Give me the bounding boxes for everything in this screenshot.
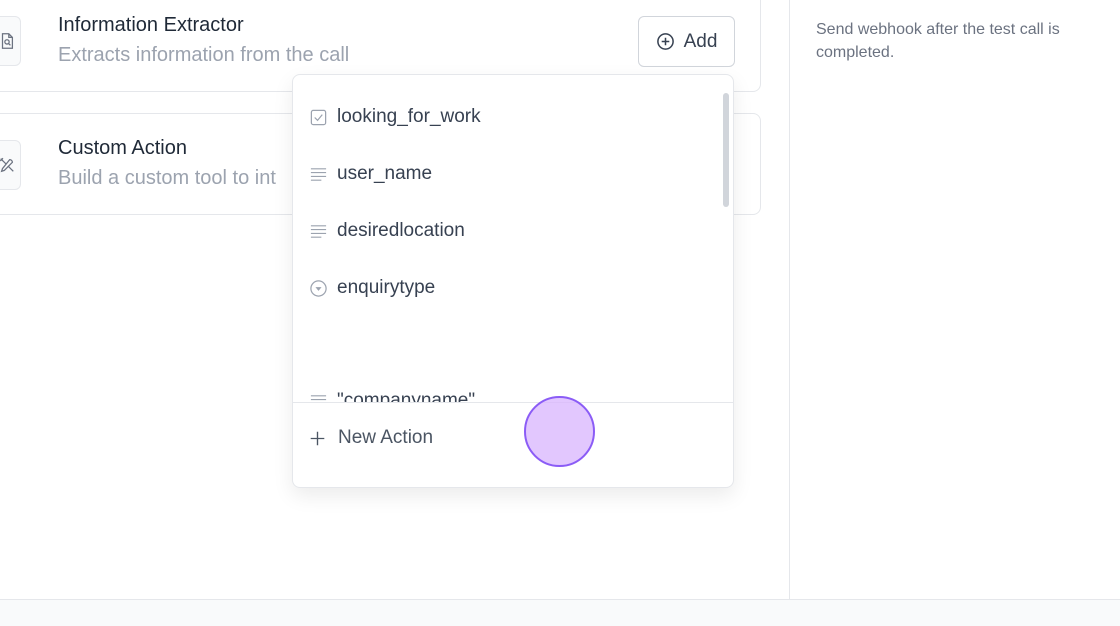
dropdown-item-desiredlocation[interactable]: desiredlocation: [309, 216, 465, 246]
plus-circle-icon: [656, 33, 674, 50]
dropdown-item-looking-for-work[interactable]: looking_for_work: [309, 102, 481, 132]
plus-icon: [310, 431, 325, 445]
dropdown-item-label: "companyname": [337, 390, 476, 402]
information-extractor-description: Extracts information from the call: [58, 44, 350, 66]
text-lines-icon: [310, 224, 327, 238]
dropdown-scrollbar-thumb[interactable]: [723, 93, 729, 207]
text-lines-icon: [310, 167, 327, 181]
dropdown-list[interactable]: looking_for_work user_name desiredlocati…: [293, 75, 733, 402]
document-search-icon: [0, 16, 21, 66]
main-area: Information Extractor Extracts informati…: [0, 0, 789, 599]
add-button-label: Add: [683, 30, 718, 52]
dropdown-item-enquirytype[interactable]: enquirytype: [309, 273, 435, 303]
dropdown-item-user-name[interactable]: user_name: [309, 159, 432, 189]
dropdown-item-label: enquirytype: [337, 277, 436, 298]
tools-icon: [0, 140, 21, 190]
dropdown-item-label: user_name: [337, 163, 433, 184]
dropdown-item-companyname[interactable]: "companyname": [309, 386, 475, 402]
right-panel: Send webhook after the test call is comp…: [789, 0, 1120, 599]
information-extractor-title: Information Extractor: [58, 14, 244, 36]
custom-action-description: Build a custom tool to int: [58, 167, 276, 189]
bottom-bar: [0, 599, 1120, 626]
select-icon: [310, 279, 327, 297]
cursor-indicator: [524, 396, 595, 467]
webhook-description: Send webhook after the test call is comp…: [816, 21, 1060, 61]
action-dropdown: looking_for_work user_name desiredlocati…: [292, 74, 734, 488]
dropdown-item-label: desiredlocation: [337, 220, 465, 241]
dropdown-item-label: looking_for_work: [337, 106, 481, 127]
add-button[interactable]: Add: [638, 16, 735, 67]
new-action-label: New Action: [338, 427, 434, 448]
dropdown-divider: [293, 402, 733, 403]
new-action-button[interactable]: New Action: [309, 423, 433, 453]
checkbox-icon: [310, 109, 327, 125]
text-lines-icon: [310, 394, 327, 400]
custom-action-title: Custom Action: [58, 137, 187, 159]
